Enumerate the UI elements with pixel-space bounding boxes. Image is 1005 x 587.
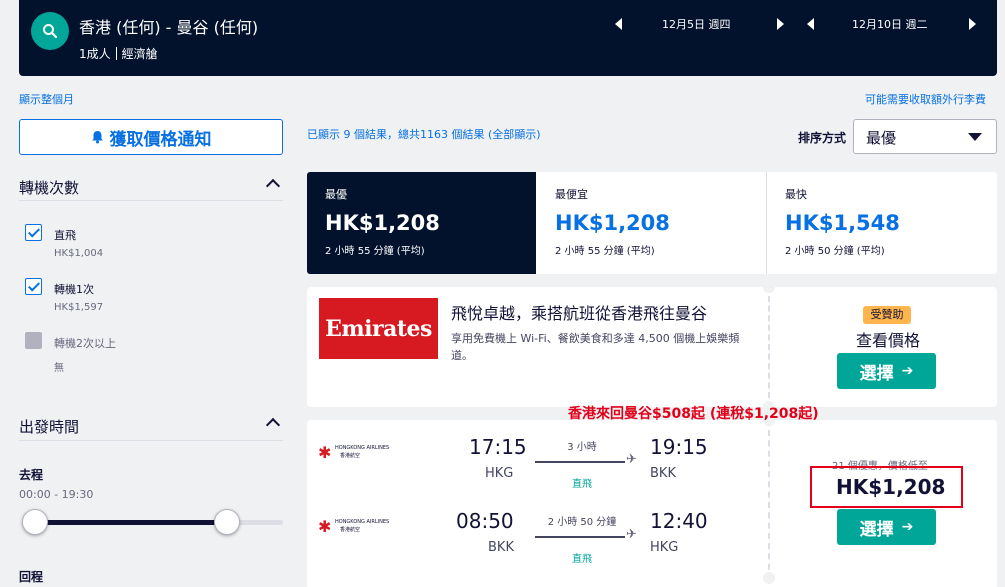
ticket-divider [768, 296, 770, 398]
ticket-notch [763, 281, 775, 293]
two-plus-stops-price: 無 [54, 363, 64, 374]
plane-icon: ✈ [626, 452, 637, 467]
direct-checkbox[interactable] [25, 224, 42, 241]
search-button[interactable] [31, 12, 69, 50]
return-label: 回程 [19, 570, 44, 584]
stops-section-title: 轉機次數 [19, 179, 80, 197]
outbound-departure-time: 17:15 [469, 435, 527, 459]
arrow-right-icon: ➔ [901, 363, 914, 379]
tab-price: HK$1,208 [555, 211, 670, 235]
divider [19, 440, 283, 441]
outbound-stops: 直飛 [572, 479, 592, 490]
arrow-right-icon: ➔ [901, 519, 914, 535]
one-stop-label: 轉機1次 [54, 283, 94, 296]
ticket-notch [763, 572, 775, 584]
return-next-day-icon[interactable] [969, 18, 976, 30]
route-title: 香港 (任何) - 曼谷 (任何) [79, 18, 259, 37]
tab-label: 最優 [325, 188, 347, 201]
depart-next-day-icon[interactable] [777, 18, 784, 30]
tab-best[interactable]: 最優 HK$1,208 2 小時 55 分鐘 (平均) [307, 172, 536, 274]
outbound-arrival-time: 19:15 [650, 435, 708, 459]
direct-label: 直飛 [54, 229, 76, 242]
inbound-departure-time: 08:50 [456, 509, 514, 533]
inbound-departure-airport: BKK [488, 540, 514, 555]
depart-prev-day-icon[interactable] [615, 18, 622, 30]
collapse-stops-icon[interactable] [265, 178, 281, 194]
search-summary-bar[interactable]: 香港 (任何) - 曼谷 (任何) 1成人 經濟艙 12月5日 週四 12月10日… [19, 0, 997, 76]
inbound-arrival-time: 12:40 [650, 509, 708, 533]
inbound-arrival-airport: HKG [650, 540, 679, 555]
one-stop-price: HK$1,597 [54, 302, 104, 313]
two-plus-stops-checkbox [25, 332, 42, 349]
sort-tabs: 最優 HK$1,208 2 小時 55 分鐘 (平均) 最便宜 HK$1,208… [307, 172, 997, 274]
ad-description: 享用免費機上 Wi-Fi、餐飲美食和多達 4,500 個機上娛樂頻道。 [451, 332, 740, 362]
direct-price: HK$1,004 [54, 248, 104, 259]
show-whole-month-link[interactable]: 顯示整個月 [19, 91, 74, 107]
flight-select-button[interactable]: 選擇 ➔ [837, 509, 936, 545]
return-prev-day-icon[interactable] [807, 18, 814, 30]
tab-price: HK$1,548 [785, 211, 900, 235]
sort-value: 最優 [866, 129, 897, 147]
depart-date[interactable]: 12月5日 週四 [662, 16, 731, 32]
tab-duration: 2 小時 55 分鐘 (平均) [555, 246, 655, 257]
view-price-text: 查看價格 [856, 331, 921, 350]
tab-label: 最便宜 [555, 188, 588, 201]
select-label: 選擇 [859, 519, 894, 540]
inbound-duration: 2 小時 50 分鐘 [547, 517, 617, 528]
bell-icon [91, 131, 103, 144]
collapse-departure-icon[interactable] [265, 417, 281, 433]
return-date[interactable]: 12月10日 週二 [852, 16, 928, 32]
chevron-down-icon [968, 133, 982, 141]
plane-icon: ✈ [626, 527, 637, 542]
ad-title: 飛悅卓越，乘搭航班從香港飛往曼谷 [451, 304, 708, 323]
airline-name: HONGKONG AIRLINES [335, 519, 390, 525]
sort-label: 排序方式 [798, 131, 847, 145]
airline-name-cn: 香港航空 [340, 453, 361, 459]
sponsored-badge: 受贊助 [863, 306, 911, 324]
outbound-slider-min-handle[interactable] [22, 509, 48, 535]
emirates-logo: Emirates [319, 298, 438, 359]
outbound-label: 去程 [19, 468, 44, 482]
tab-label: 最快 [785, 188, 807, 201]
outbound-departure-airport: HKG [485, 466, 514, 481]
inbound-stops: 直飛 [572, 554, 592, 565]
two-plus-stops-label: 轉機2次以上 [54, 337, 116, 350]
airline-name: HONGKONG AIRLINES [335, 445, 390, 451]
baggage-fees-link[interactable]: 可能需要收取額外行李費 [865, 91, 986, 107]
passengers-text: 1成人 [79, 47, 111, 61]
hong-kong-airlines-flower-icon: ✱ [318, 443, 332, 462]
airline-name-cn: 香港航空 [340, 527, 361, 533]
tab-fastest[interactable]: 最快 HK$1,548 2 小時 50 分鐘 (平均) [767, 172, 997, 274]
sort-select[interactable]: 最優 [853, 119, 997, 154]
separator [115, 47, 117, 60]
price-alert-label: 獲取價格通知 [109, 129, 212, 150]
tab-duration: 2 小時 55 分鐘 (平均) [325, 246, 425, 257]
outbound-slider-max-handle[interactable] [214, 509, 240, 535]
promo-annotation: 香港來回曼谷$508起 (連稅$1,208起) [568, 406, 819, 422]
inbound-route-line [535, 536, 625, 538]
departure-time-title: 出發時間 [19, 418, 80, 436]
tab-cheapest[interactable]: 最便宜 HK$1,208 2 小時 55 分鐘 (平均) [537, 172, 766, 274]
select-label: 選擇 [859, 363, 894, 384]
one-stop-checkbox[interactable] [25, 278, 42, 295]
hong-kong-airlines-flower-icon: ✱ [318, 517, 332, 536]
tab-duration: 2 小時 50 分鐘 (平均) [785, 246, 885, 257]
ticket-divider [768, 430, 770, 580]
outbound-route-line [535, 461, 625, 463]
ad-select-button[interactable]: 選擇 ➔ [837, 353, 936, 389]
price-alert-button[interactable]: 獲取價格通知 [19, 119, 283, 155]
tab-price: HK$1,208 [325, 211, 440, 235]
price-highlight-box [810, 466, 963, 508]
cabin-text: 經濟艙 [121, 47, 158, 61]
outbound-arrival-airport: BKK [650, 466, 676, 481]
outbound-slider-fill [35, 520, 227, 525]
search-icon [43, 24, 58, 39]
results-summary[interactable]: 已顯示 9 個結果，總共1163 個結果 (全部顯示) [307, 126, 541, 142]
passenger-cabin-info: 1成人 經濟艙 [79, 45, 158, 62]
outbound-duration: 3 小時 [567, 442, 597, 453]
divider [19, 200, 283, 201]
outbound-range-text: 00:00 - 19:30 [19, 488, 94, 501]
